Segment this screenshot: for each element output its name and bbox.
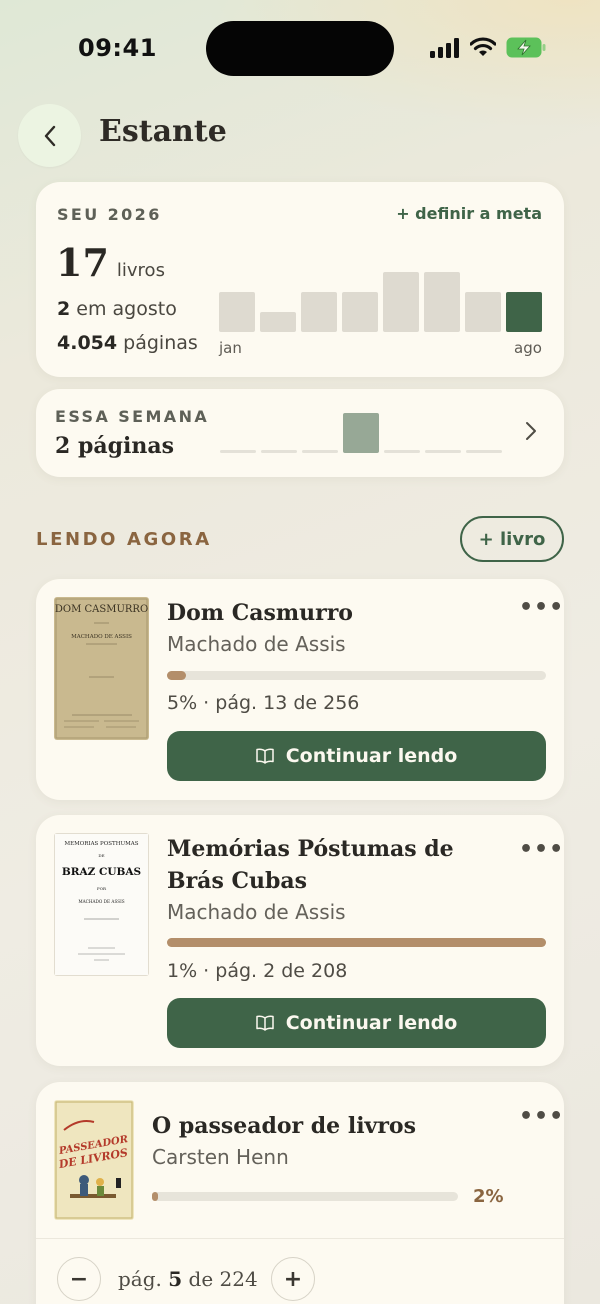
pages-stat: 4.054 páginas (57, 332, 198, 354)
book-author: Machado de Assis (167, 632, 346, 656)
chevron-left-icon (44, 125, 55, 146)
week-value: 2 páginas (55, 433, 174, 459)
more-options-icon[interactable]: ••• (519, 595, 564, 620)
progress-bar (167, 671, 546, 680)
continue-reading-button[interactable]: Continuar lendo (167, 731, 546, 781)
month-bar (301, 292, 337, 332)
axis-end-label: ago (514, 339, 542, 357)
status-bar: 09:41 (0, 0, 600, 96)
back-button[interactable] (18, 104, 81, 167)
year-summary-card[interactable]: SEU 2026 + definir a meta 17 livros 2 em… (36, 182, 564, 377)
wifi-icon (470, 37, 496, 56)
status-time: 09:41 (78, 34, 157, 62)
add-book-button[interactable]: + livro (460, 516, 564, 562)
month-bar (465, 292, 501, 332)
page-total: de 224 (188, 1267, 258, 1291)
progress-fill (167, 671, 186, 680)
cellular-signal-icon (430, 38, 459, 58)
books-count-number: 17 (56, 240, 109, 285)
day-bar (343, 413, 379, 453)
book-open-icon (255, 748, 274, 764)
book-title: O passeador de livros (152, 1113, 416, 1139)
continue-reading-button[interactable]: Continuar lendo (167, 998, 546, 1048)
more-options-icon[interactable]: ••• (519, 837, 564, 862)
reading-now-label: LENDO AGORA (36, 529, 212, 550)
month-bar (260, 312, 296, 332)
continue-reading-label: Continuar lendo (285, 1012, 458, 1034)
books-count-unit: livros (116, 260, 165, 281)
book-title: Dom Casmurro (167, 600, 353, 626)
svg-text:POR: POR (97, 886, 107, 891)
chevron-right-icon (526, 422, 536, 440)
book-author: Machado de Assis (167, 900, 346, 924)
battery-charging-icon (506, 37, 546, 58)
page-current: 5 (168, 1267, 183, 1291)
svg-text:MEMORIAS POSTHUMAS: MEMORIAS POSTHUMAS (64, 841, 138, 847)
pages-count: 4.054 (57, 332, 118, 354)
passeador-cover-image: PASSEADOR DE LIVROS (54, 1100, 134, 1220)
set-goal-link[interactable]: + definir a meta (396, 204, 542, 223)
month-text: em agosto (76, 298, 177, 320)
day-bar (220, 450, 256, 453)
book-author: Carsten Henn (152, 1145, 289, 1169)
increase-page-button[interactable]: + (271, 1257, 315, 1301)
book-card[interactable]: DOM CASMURRO MACHADO DE ASSIS Dom Casmur… (36, 579, 564, 800)
month-stat: 2 em agosto (57, 298, 177, 320)
axis-start-label: jan (219, 339, 242, 357)
svg-text:MACHADO DE ASSIS: MACHADO DE ASSIS (71, 634, 132, 640)
day-bar (384, 450, 420, 453)
day-bar (302, 450, 338, 453)
svg-text:DE: DE (98, 853, 104, 858)
year-label: SEU 2026 (57, 205, 162, 224)
month-bar (506, 292, 542, 332)
monthly-books-chart (219, 262, 544, 332)
month-bar (424, 272, 460, 332)
week-label: ESSA SEMANA (55, 407, 210, 426)
divider (36, 1238, 564, 1239)
book-cover: MEMORIAS POSTHUMAS DE BRAZ CUBAS POR MAC… (54, 833, 149, 976)
progress-percent: 2% (473, 1186, 504, 1207)
progress-text: 1% · pág. 2 de 208 (167, 960, 348, 982)
day-bar (261, 450, 297, 453)
svg-text:DOM CASMURRO: DOM CASMURRO (55, 604, 148, 615)
continue-reading-label: Continuar lendo (285, 745, 458, 767)
month-bar (219, 292, 255, 332)
more-options-icon[interactable]: ••• (519, 1104, 564, 1129)
month-bar (383, 272, 419, 332)
bras-cubas-cover-image: MEMORIAS POSTHUMAS DE BRAZ CUBAS POR MAC… (54, 833, 149, 976)
day-bar (466, 450, 502, 453)
decrease-page-button[interactable]: − (57, 1257, 101, 1301)
month-bar (342, 292, 378, 332)
progress-fill (167, 938, 546, 947)
progress-text: 5% · pág. 13 de 256 (167, 692, 360, 714)
book-card[interactable]: MEMORIAS POSTHUMAS DE BRAZ CUBAS POR MAC… (36, 815, 564, 1066)
progress-bar (167, 938, 546, 947)
page-indicator: pág. 5 de 224 (118, 1267, 258, 1291)
books-count: 17 livros (56, 240, 165, 285)
dom-casmurro-cover-image: DOM CASMURRO MACHADO DE ASSIS (54, 597, 149, 740)
plus-icon: + (283, 1266, 303, 1292)
progress-bar (152, 1192, 458, 1201)
dynamic-island (206, 21, 394, 76)
week-summary-card[interactable]: ESSA SEMANA 2 páginas (36, 389, 564, 477)
progress-fill (152, 1192, 159, 1201)
book-title: Memórias Póstumas de Brás Cubas (167, 836, 454, 894)
month-count: 2 (57, 298, 71, 320)
book-cover: DOM CASMURRO MACHADO DE ASSIS (54, 597, 149, 740)
day-bar (425, 450, 461, 453)
pages-text: páginas (123, 332, 198, 354)
book-cover: PASSEADOR DE LIVROS (54, 1100, 134, 1220)
page-title: Estante (99, 114, 227, 149)
svg-text:MACHADO DE ASSIS: MACHADO DE ASSIS (78, 899, 124, 904)
book-card[interactable]: PASSEADOR DE LIVROS O passeador de livro… (36, 1082, 564, 1304)
page-label: pág. (118, 1267, 162, 1291)
svg-text:BRAZ CUBAS: BRAZ CUBAS (62, 866, 141, 878)
minus-icon: − (69, 1266, 89, 1292)
book-open-icon (255, 1015, 274, 1031)
